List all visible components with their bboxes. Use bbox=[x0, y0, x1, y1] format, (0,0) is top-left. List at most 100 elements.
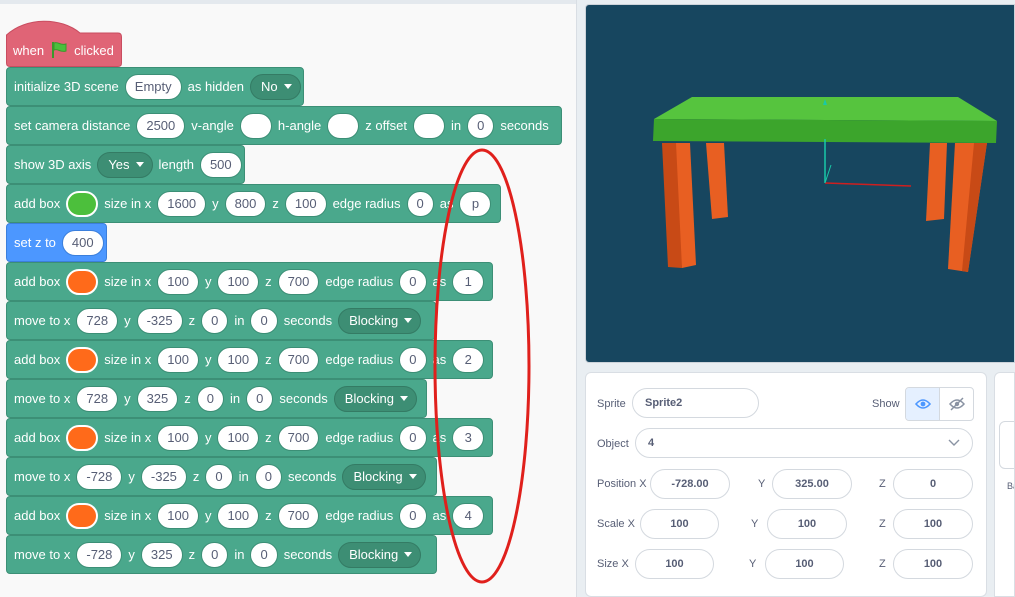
z-label: z bbox=[272, 196, 279, 211]
y-input[interactable]: -325 bbox=[140, 463, 187, 490]
show-toggle[interactable] bbox=[905, 387, 974, 421]
add-box-block-3[interactable]: add box size in x 100 y 100 z 700 edge r… bbox=[6, 418, 493, 457]
z-offset-input[interactable] bbox=[412, 112, 445, 139]
seconds-input[interactable]: 0 bbox=[250, 307, 278, 334]
edge-radius-input[interactable]: 0 bbox=[399, 502, 427, 529]
box-name-input[interactable]: 2 bbox=[452, 346, 485, 373]
add-box-block-p[interactable]: add box size in x 1600 y 800 z 100 edge … bbox=[6, 184, 501, 223]
size-z-input[interactable]: 700 bbox=[277, 502, 320, 529]
seconds-input[interactable]: 0 bbox=[246, 385, 274, 412]
seconds-input[interactable]: 0 bbox=[250, 541, 278, 568]
box-name-input[interactable]: 1 bbox=[452, 268, 485, 295]
scene-input[interactable]: Empty bbox=[124, 73, 182, 100]
seconds-input[interactable]: 0 bbox=[467, 112, 495, 139]
size-x-input[interactable]: 100 bbox=[157, 424, 199, 451]
blocking-dropdown[interactable]: Blocking bbox=[338, 307, 422, 334]
color-swatch[interactable] bbox=[66, 268, 99, 295]
seconds-label: seconds bbox=[279, 391, 328, 406]
edge-radius-input[interactable]: 0 bbox=[406, 190, 434, 217]
show-axis-block[interactable]: show 3D axis Yes length 500 bbox=[6, 145, 245, 184]
position-x-field[interactable]: -728.00 bbox=[650, 469, 730, 499]
stage-thumbnail[interactable] bbox=[999, 421, 1014, 469]
box-name-input[interactable]: 3 bbox=[452, 424, 485, 451]
y-input[interactable]: 325 bbox=[140, 541, 183, 568]
z-label: z bbox=[265, 274, 272, 289]
y-label: y bbox=[128, 469, 135, 484]
blocking-dropdown[interactable]: Blocking bbox=[338, 541, 422, 568]
z-input[interactable]: 0 bbox=[205, 463, 233, 490]
move-to-block-3[interactable]: move to x -728 y -325 z 0 in 0 seconds B… bbox=[6, 457, 437, 496]
add-box-block-4[interactable]: add box size in x 100 y 100 z 700 edge r… bbox=[6, 496, 493, 535]
size-y-input[interactable]: 100 bbox=[217, 346, 260, 373]
y-input[interactable]: -325 bbox=[136, 307, 183, 334]
box-name-input[interactable]: 4 bbox=[452, 502, 485, 529]
sprite-name-field[interactable]: Sprite2 bbox=[632, 388, 759, 418]
hidden-dropdown[interactable]: No bbox=[250, 73, 301, 100]
scale-x-field[interactable]: 100 bbox=[640, 509, 719, 539]
y-label: y bbox=[204, 430, 212, 445]
size-y-input[interactable]: 100 bbox=[217, 268, 260, 295]
in-label: in bbox=[234, 547, 245, 562]
position-z-field[interactable]: 0 bbox=[893, 469, 973, 499]
move-to-block-2[interactable]: move to x 728 y 325 z 0 in 0 seconds Blo… bbox=[6, 379, 427, 418]
length-input[interactable]: 500 bbox=[199, 151, 242, 178]
size-z-input[interactable]: 700 bbox=[277, 424, 320, 451]
distance-input[interactable]: 2500 bbox=[136, 112, 186, 139]
color-swatch[interactable] bbox=[66, 424, 99, 451]
size-x-input[interactable]: 100 bbox=[157, 268, 199, 295]
size-x-input[interactable]: 100 bbox=[157, 502, 199, 529]
as-label: as bbox=[432, 430, 447, 445]
size-y-input[interactable]: 800 bbox=[224, 190, 267, 217]
scale-z-field[interactable]: 100 bbox=[893, 509, 973, 539]
x-input[interactable]: -728 bbox=[76, 463, 123, 490]
position-y-field[interactable]: 325.00 bbox=[772, 469, 852, 499]
edge-radius-input[interactable]: 0 bbox=[399, 268, 427, 295]
add-box-block-1[interactable]: add box size in x 100 y 100 z 700 edge r… bbox=[6, 262, 493, 301]
code-area[interactable]: when clicked initialize 3D scene Empty a… bbox=[0, 0, 577, 597]
z-input[interactable]: 0 bbox=[196, 385, 224, 412]
edge-radius-input[interactable]: 0 bbox=[399, 346, 427, 373]
z-input[interactable]: 0 bbox=[201, 307, 229, 334]
size-y-input[interactable]: 100 bbox=[217, 502, 260, 529]
size-z-input[interactable]: 100 bbox=[284, 190, 327, 217]
initialize-scene-block[interactable]: initialize 3D scene Empty as hidden No bbox=[6, 67, 304, 106]
stage-side-panel: Ba bbox=[994, 372, 1015, 597]
show-visible-button[interactable] bbox=[906, 388, 940, 420]
edge-radius-input[interactable]: 0 bbox=[399, 424, 427, 451]
seconds-input[interactable]: 0 bbox=[254, 463, 283, 490]
box-name-input[interactable]: p bbox=[459, 190, 492, 217]
show-hidden-button[interactable] bbox=[940, 388, 973, 420]
x-input[interactable]: -728 bbox=[76, 541, 123, 568]
stage-3d-view[interactable] bbox=[585, 4, 1015, 363]
size-in-x-label: size in x bbox=[104, 352, 152, 367]
blocking-dropdown[interactable]: Blocking bbox=[342, 463, 426, 490]
size-z-input[interactable]: 700 bbox=[277, 346, 320, 373]
y-input[interactable]: 325 bbox=[136, 385, 179, 412]
set-camera-block[interactable]: set camera distance 2500 v-angle h-angle… bbox=[6, 106, 562, 145]
object-dropdown[interactable]: 4 bbox=[635, 428, 973, 458]
color-swatch[interactable] bbox=[66, 190, 99, 217]
when-flag-clicked-block[interactable]: when clicked bbox=[6, 15, 122, 67]
z-input[interactable]: 0 bbox=[201, 541, 229, 568]
size-z-input[interactable]: 700 bbox=[277, 268, 320, 295]
blocking-dropdown[interactable]: Blocking bbox=[333, 385, 417, 412]
size-y-field[interactable]: 100 bbox=[765, 549, 844, 579]
set-z-block[interactable]: set z to 400 bbox=[6, 223, 107, 262]
color-swatch[interactable] bbox=[66, 502, 99, 529]
color-swatch[interactable] bbox=[66, 346, 99, 373]
size-x-input[interactable]: 1600 bbox=[157, 190, 207, 217]
scale-y-field[interactable]: 100 bbox=[767, 509, 847, 539]
z-input[interactable]: 400 bbox=[61, 229, 104, 256]
move-to-block-4[interactable]: move to x -728 y 325 z 0 in 0 seconds Bl… bbox=[6, 535, 437, 574]
size-x-field[interactable]: 100 bbox=[635, 549, 714, 579]
v-angle-input[interactable] bbox=[239, 112, 272, 139]
size-x-input[interactable]: 100 bbox=[157, 346, 199, 373]
x-input[interactable]: 728 bbox=[76, 385, 119, 412]
add-box-block-2[interactable]: add box size in x 100 y 100 z 700 edge r… bbox=[6, 340, 493, 379]
size-z-field[interactable]: 100 bbox=[893, 549, 973, 579]
h-angle-input[interactable] bbox=[327, 112, 360, 139]
size-y-input[interactable]: 100 bbox=[217, 424, 260, 451]
axis-dropdown[interactable]: Yes bbox=[97, 151, 153, 178]
move-to-block-1[interactable]: move to x 728 y -325 z 0 in 0 seconds Bl… bbox=[6, 301, 436, 340]
x-input[interactable]: 728 bbox=[76, 307, 119, 334]
